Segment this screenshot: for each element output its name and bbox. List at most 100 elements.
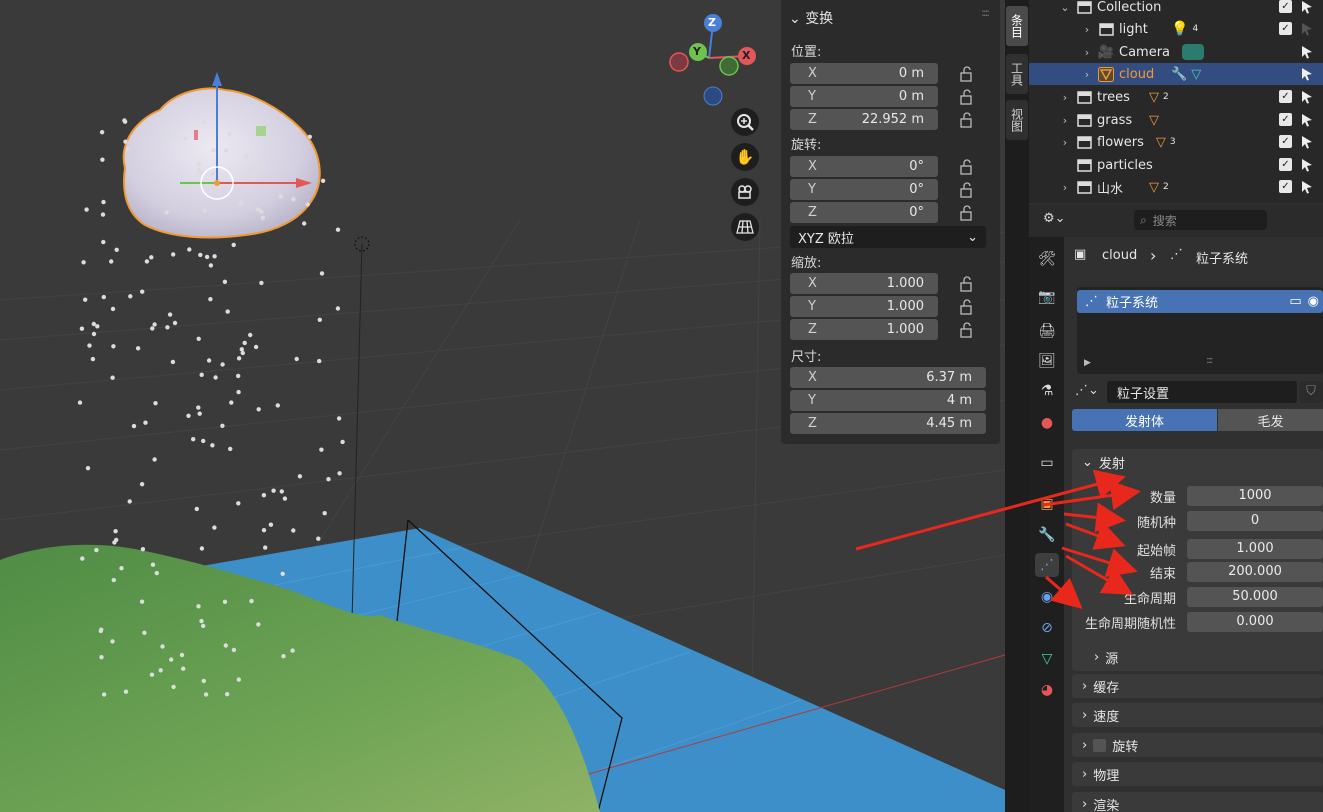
emission-field-value[interactable]: 1.000 <box>1187 539 1323 559</box>
tab-view[interactable]: 视图 <box>1006 100 1028 140</box>
tab-item[interactable]: 条目 <box>1006 6 1028 46</box>
visibility-checkbox[interactable]: ✓ <box>1279 135 1292 148</box>
hand-icon[interactable]: ✋ <box>731 143 759 171</box>
select-cursor-icon[interactable] <box>1301 22 1313 36</box>
dimension-y-field[interactable]: Y 4 m <box>790 390 986 411</box>
collapsed-panel[interactable]: › 物理 <box>1072 762 1323 786</box>
particle-dot <box>167 312 173 317</box>
rotation-y-field[interactable]: Y 0° <box>790 179 938 200</box>
material-icon[interactable]: ◕ <box>1035 678 1059 702</box>
select-cursor-icon[interactable] <box>1301 180 1313 194</box>
outliner-row-camera[interactable]: › 🎥 Camera <box>1029 41 1323 63</box>
drag-handle-icon[interactable]: :::: <box>981 6 990 19</box>
view-layer-icon[interactable]: 🖼 <box>1035 349 1059 373</box>
chevron-down-icon: ⌄ <box>789 11 801 27</box>
source-subpanel[interactable]: › 源 <box>1084 645 1323 669</box>
fake-user-shield-icon[interactable]: ⛉ <box>1299 381 1323 403</box>
lock-icon[interactable] <box>959 89 975 105</box>
collapsed-panel[interactable]: › 渲染 <box>1072 792 1323 812</box>
visibility-checkbox[interactable]: ✓ <box>1279 113 1292 126</box>
visibility-checkbox[interactable]: ✓ <box>1279 22 1292 35</box>
lock-icon[interactable] <box>959 322 975 338</box>
collection-tab-icon[interactable]: ▭ <box>1035 451 1059 475</box>
select-cursor-icon[interactable] <box>1301 158 1313 172</box>
data-icon[interactable]: ▽ <box>1035 647 1059 671</box>
editor-type-icon[interactable]: ⚙⌄ <box>1043 211 1071 231</box>
select-cursor-icon[interactable] <box>1301 113 1313 127</box>
outliner-row-cloud[interactable]: › cloud 🔧 ▽ <box>1029 63 1323 85</box>
chevron-down-icon[interactable]: ⌄ <box>1059 1 1071 14</box>
rotation-x-field[interactable]: X 0° <box>790 156 938 177</box>
settings-type-icon[interactable]: ⋰⌄ <box>1075 383 1099 398</box>
particle-settings-field[interactable]: 粒子设置 <box>1107 381 1297 403</box>
lock-icon[interactable] <box>959 159 975 175</box>
collapsed-panel[interactable]: › 速度 <box>1072 703 1323 727</box>
visibility-checkbox[interactable]: ✓ <box>1279 158 1292 171</box>
hair-button[interactable]: 毛发 <box>1218 409 1323 431</box>
emission-field-value[interactable]: 0.000 <box>1187 612 1323 632</box>
play-icon[interactable]: ▶ <box>1084 358 1091 368</box>
select-cursor-icon[interactable] <box>1301 67 1313 81</box>
list-resize-handle[interactable]: :::: <box>1206 355 1214 366</box>
lock-icon[interactable] <box>959 299 975 315</box>
monitor-icon[interactable]: ▭ <box>1289 294 1301 309</box>
physics-icon[interactable]: ◉ <box>1035 585 1059 609</box>
chevron-right-icon[interactable]: › <box>1081 23 1093 36</box>
lock-icon[interactable] <box>959 276 975 292</box>
grid-icon[interactable] <box>731 213 759 241</box>
collapsed-panel[interactable]: › 旋转 <box>1072 733 1323 757</box>
chevron-right-icon[interactable]: › <box>1059 181 1071 194</box>
select-cursor-icon[interactable] <box>1301 90 1313 104</box>
emission-field-value[interactable]: 50.000 <box>1187 587 1323 607</box>
world-icon[interactable]: ● <box>1035 411 1059 435</box>
render-icon[interactable]: 📷 <box>1035 285 1059 309</box>
visibility-checkbox[interactable]: ✓ <box>1279 0 1292 13</box>
chevron-right-icon[interactable]: › <box>1059 114 1071 127</box>
constraints-icon[interactable]: ⊘ <box>1035 616 1059 640</box>
tool-icon[interactable]: 🛠 <box>1035 247 1059 271</box>
emission-header[interactable]: ⌄ 发射 <box>1072 450 1323 474</box>
chevron-right-icon[interactable]: › <box>1059 91 1071 104</box>
select-cursor-icon[interactable] <box>1301 0 1313 14</box>
object-icon[interactable]: ▣ <box>1035 492 1059 516</box>
scale-y-field[interactable]: Y 1.000 <box>790 296 938 317</box>
rotation-mode-select[interactable]: XYZ 欧拉 ⌄ <box>790 226 986 248</box>
dimension-x-field[interactable]: X 6.37 m <box>790 367 986 388</box>
output-icon[interactable]: 🖨 <box>1035 319 1059 343</box>
3d-viewport[interactable]: Z X Y ✋ ⌄ 变换 :::: 位置: X0 mY0 m Z 22.952 m … <box>0 0 1005 812</box>
camera-icon[interactable] <box>731 178 759 206</box>
select-cursor-icon[interactable] <box>1301 45 1313 59</box>
modifier-wrench-icon[interactable]: 🔧 <box>1035 523 1059 547</box>
lock-icon[interactable] <box>959 112 975 128</box>
search-input[interactable]: ⌕ 搜索 <box>1134 210 1267 230</box>
select-cursor-icon[interactable] <box>1301 135 1313 149</box>
rotation-z-field[interactable]: Z 0° <box>790 202 938 223</box>
transform-header[interactable]: ⌄ 变换 <box>789 8 833 28</box>
chevron-right-icon[interactable]: › <box>1081 68 1093 81</box>
particle-system-item[interactable]: ⋰ 粒子系统 ▭ ◉ <box>1077 290 1323 313</box>
zoom-icon[interactable] <box>731 108 759 136</box>
scale-x-field[interactable]: X 1.000 <box>790 273 938 294</box>
emission-field-value[interactable]: 1000 <box>1187 486 1323 506</box>
rotation-enable-checkbox[interactable] <box>1093 738 1107 752</box>
render-camera-icon[interactable]: ◉ <box>1308 294 1319 309</box>
chevron-right-icon[interactable]: › <box>1059 136 1071 149</box>
location-z-field[interactable]: Z 22.952 m <box>790 109 938 130</box>
emission-field-value[interactable]: 0 <box>1187 511 1323 531</box>
tab-tool[interactable]: 工具 <box>1006 54 1028 94</box>
visibility-checkbox[interactable]: ✓ <box>1279 90 1292 103</box>
dimension-z-field[interactable]: Z 4.45 m <box>790 413 986 434</box>
lock-icon[interactable] <box>959 205 975 221</box>
scale-z-field[interactable]: Z 1.000 <box>790 319 938 340</box>
lock-icon[interactable] <box>959 182 975 198</box>
location-x-field[interactable]: X 0 m <box>790 63 938 84</box>
scene-icon[interactable]: ⚗ <box>1035 379 1059 403</box>
collapsed-panel[interactable]: › 缓存 <box>1072 674 1323 698</box>
chevron-right-icon[interactable]: › <box>1081 46 1093 59</box>
visibility-checkbox[interactable]: ✓ <box>1279 180 1292 193</box>
location-y-field[interactable]: Y 0 m <box>790 86 938 107</box>
particles-icon[interactable]: ⋰ <box>1035 553 1059 577</box>
emission-field-value[interactable]: 200.000 <box>1187 562 1323 582</box>
emitter-button[interactable]: 发射体 <box>1072 409 1217 431</box>
lock-icon[interactable] <box>959 66 975 82</box>
